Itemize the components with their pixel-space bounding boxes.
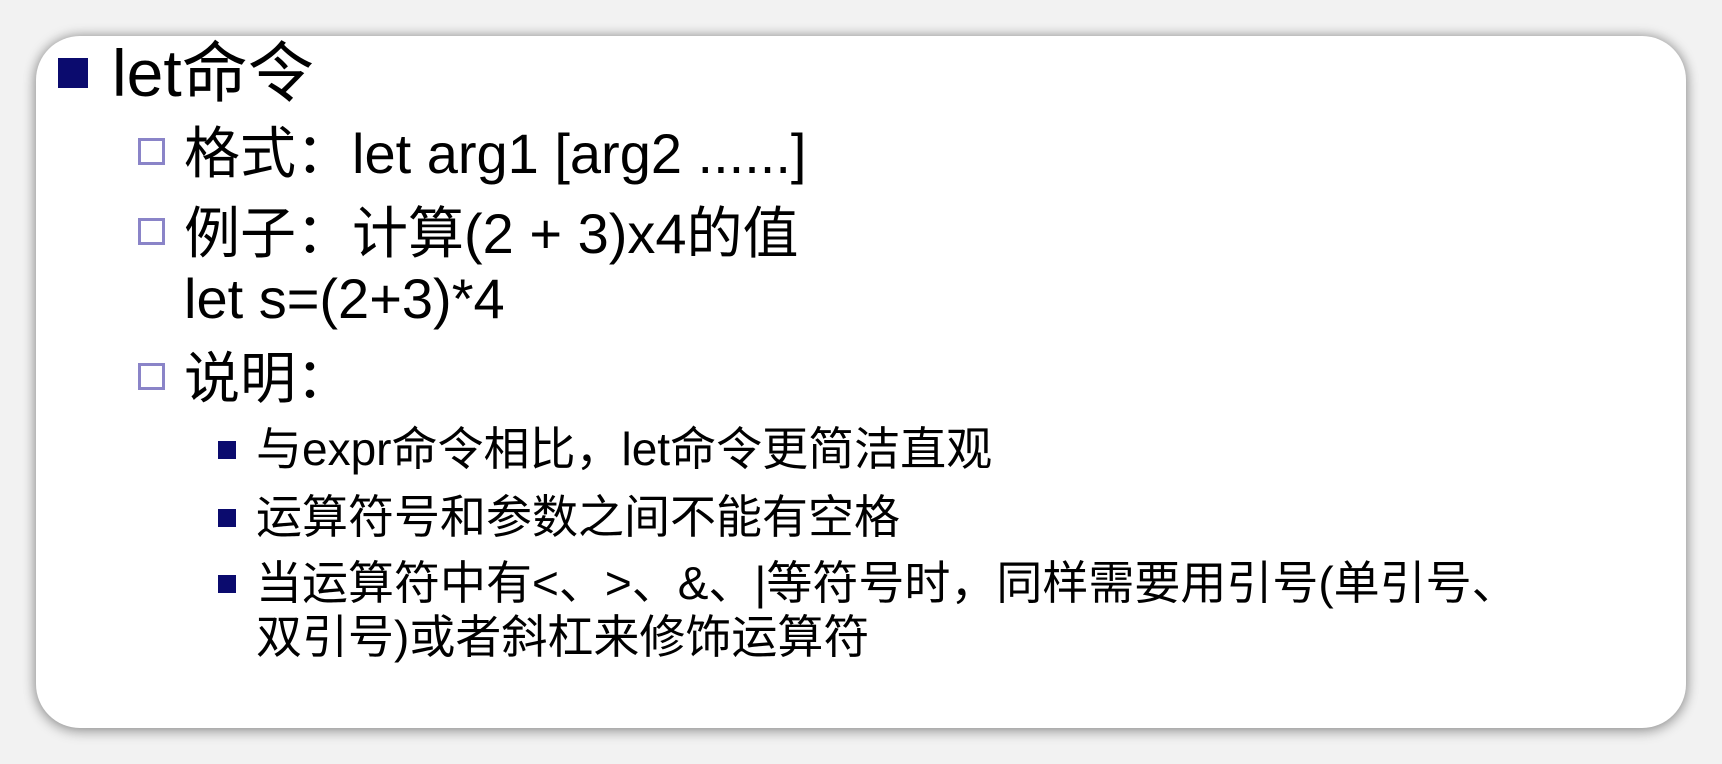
note-line: 说明： xyxy=(184,347,352,410)
bullet-square-filled xyxy=(58,58,88,88)
bullet-square-small xyxy=(218,509,236,527)
bullet-square-small xyxy=(218,575,236,593)
detail-item-3: 当运算符中有<、>、&、|等符号时，同样需要用引号(单引号、 xyxy=(256,557,1518,609)
bullet-square-small xyxy=(218,441,236,459)
format-line: 格式：let arg1 [arg2 ......] xyxy=(184,122,807,185)
detail-item-1: 与expr命令相比，let命令更简洁直观 xyxy=(256,423,993,475)
detail-item-2: 运算符号和参数之间不能有空格 xyxy=(256,491,900,543)
detail-item-3-cont: 双引号)或者斜杠来修饰运算符 xyxy=(256,611,870,663)
slide-heading: let命令 xyxy=(112,36,314,110)
bullet-square-hollow xyxy=(138,363,165,390)
example-code: let s=(2+3)*4 xyxy=(184,267,505,330)
bullet-square-hollow xyxy=(138,138,165,165)
example-line: 例子：计算(2 + 3)x4的值 xyxy=(184,202,799,265)
bullet-square-hollow xyxy=(138,218,165,245)
slide-card: let命令 格式：let arg1 [arg2 ......] 例子：计算(2 … xyxy=(36,36,1686,728)
